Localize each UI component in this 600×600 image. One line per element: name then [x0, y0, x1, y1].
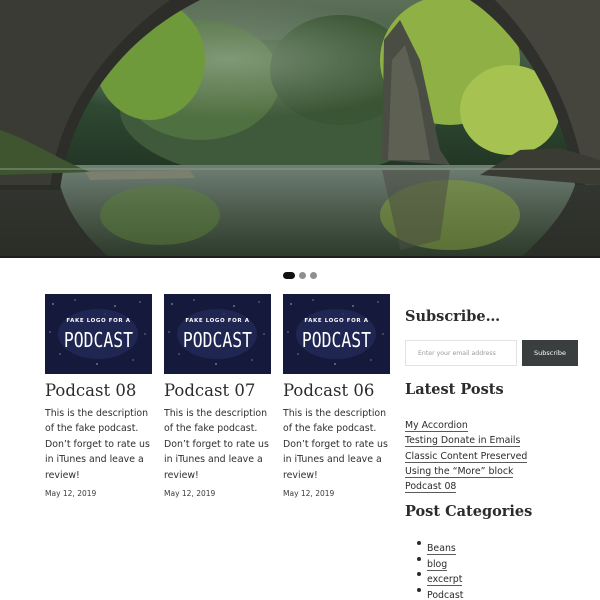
- sidebar: Subscribe… Subscribe Latest Posts My Acc…: [405, 0, 595, 600]
- thumbnail-caption: FAKE LOGO FOR A: [66, 318, 131, 324]
- slider-dot-1[interactable]: [283, 271, 295, 279]
- post-categories-title: Post Categories: [405, 503, 533, 520]
- list-item: Beans: [416, 536, 463, 555]
- post-title[interactable]: Podcast 07: [164, 381, 271, 400]
- post-card: FAKE LOGO FOR A PODCAST Podcast 08 This …: [45, 294, 152, 498]
- list-item: My Accordion: [405, 413, 527, 432]
- email-input[interactable]: [405, 340, 517, 366]
- post-thumbnail[interactable]: FAKE LOGO FOR A PODCAST: [283, 294, 390, 374]
- post-thumbnail[interactable]: FAKE LOGO FOR A PODCAST: [45, 294, 152, 374]
- post-title[interactable]: Podcast 08: [45, 381, 152, 400]
- list-item: Testing Donate in Emails: [405, 428, 527, 448]
- post-title[interactable]: Podcast 06: [283, 381, 390, 400]
- slider-dot-3[interactable]: [310, 271, 317, 279]
- list-item: Podcast: [416, 583, 464, 600]
- post-thumbnail[interactable]: FAKE LOGO FOR A PODCAST: [164, 294, 271, 374]
- latest-posts-list: My Accordion Testing Donate in Emails Cl…: [405, 413, 528, 494]
- post-description: This is the description of the fake podc…: [45, 408, 150, 481]
- post-card: FAKE LOGO FOR A PODCAST Podcast 07 This …: [164, 294, 271, 498]
- category-link[interactable]: Podcast: [427, 589, 464, 600]
- thumbnail-logo-text: PODCAST: [182, 328, 253, 352]
- thumbnail-caption: FAKE LOGO FOR A: [304, 318, 369, 324]
- latest-posts-title: Latest Posts: [405, 381, 504, 398]
- list-item: excerpt: [416, 567, 463, 586]
- post-grid: FAKE LOGO FOR A PODCAST Podcast 08 This …: [45, 294, 390, 514]
- post-categories-list: Beans blog excerpt Podcast: [416, 536, 464, 600]
- thumbnail-caption: FAKE LOGO FOR A: [185, 318, 250, 324]
- latest-post-link[interactable]: Podcast 08: [405, 481, 457, 494]
- post-date: May 12, 2019: [164, 489, 216, 499]
- post-date: May 12, 2019: [283, 489, 335, 499]
- post-card: FAKE LOGO FOR A PODCAST Podcast 06 This …: [283, 294, 390, 498]
- thumbnail-logo-text: PODCAST: [63, 328, 134, 352]
- slider-dot-2[interactable]: [299, 271, 306, 279]
- post-date: May 12, 2019: [45, 489, 97, 499]
- post-description: This is the description of the fake podc…: [283, 408, 388, 481]
- subscribe-button[interactable]: Subscribe: [522, 340, 578, 366]
- list-item: blog: [416, 552, 463, 571]
- subscribe-title: Subscribe…: [405, 308, 501, 325]
- thumbnail-logo-text: PODCAST: [301, 328, 372, 352]
- list-item: Classic Content Preserved: [405, 444, 528, 463]
- post-description: This is the description of the fake podc…: [164, 408, 269, 481]
- list-item: Using the “More” block: [405, 459, 527, 478]
